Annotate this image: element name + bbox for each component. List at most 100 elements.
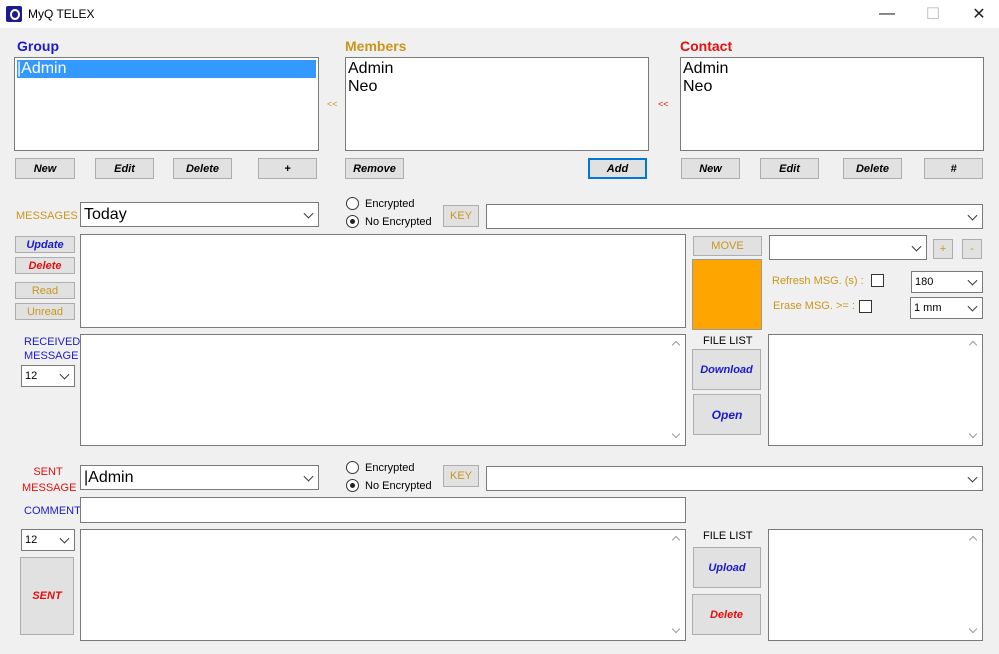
messages-no-encrypted-radio[interactable] (346, 215, 359, 228)
erase-checkbox[interactable] (859, 300, 872, 313)
messages-filter-select[interactable]: Today (80, 202, 319, 227)
status-indicator (692, 259, 762, 330)
refresh-interval-value: 180 (915, 276, 934, 288)
erase-label: Erase MSG. >= : (773, 300, 855, 312)
minimize-button[interactable]: — (864, 0, 910, 28)
messages-no-encrypted-label: No Encrypted (365, 216, 432, 228)
received-label: RECEIVED MESSAGE (24, 336, 80, 362)
read-button[interactable]: Read (15, 282, 75, 299)
sent-file-list-label: FILE LIST (703, 530, 753, 542)
received-message-area[interactable] (80, 334, 686, 446)
members-list-item[interactable]: Neo (348, 78, 646, 96)
contact-new-button[interactable]: New (681, 158, 740, 179)
sent-key-button[interactable]: KEY (443, 465, 479, 487)
upload-button[interactable]: Upload (693, 547, 761, 588)
app-icon (6, 6, 22, 22)
messages-key-button[interactable]: KEY (443, 205, 479, 227)
sent-label-line1: SENT (33, 466, 63, 478)
received-label-line2: MESSAGE (24, 350, 79, 362)
messages-key-select[interactable] (486, 204, 983, 229)
chevron-down-icon (967, 275, 978, 286)
comment-input[interactable] (80, 497, 686, 523)
messages-encrypted-radio[interactable] (346, 197, 359, 210)
group-list-item[interactable]: |Admin (17, 60, 316, 78)
messages-filter-value: Today (84, 205, 127, 223)
chevron-down-icon (911, 241, 922, 252)
members-list-item[interactable]: Admin (348, 60, 646, 78)
contact-list-item[interactable]: Admin (683, 60, 981, 78)
update-button[interactable]: Update (15, 236, 75, 253)
comment-label: COMMENT (24, 505, 81, 517)
scroll-up-icon[interactable] (968, 340, 978, 350)
send-button[interactable]: SENT (20, 557, 74, 635)
received-file-list[interactable] (768, 334, 983, 446)
refresh-label: Refresh MSG. (s) : (772, 275, 864, 287)
contact-edit-button[interactable]: Edit (760, 158, 819, 179)
add-folder-button[interactable]: + (933, 239, 953, 259)
scroll-up-icon[interactable] (968, 535, 978, 545)
chevron-down-icon (967, 301, 978, 312)
download-button[interactable]: Download (692, 349, 761, 390)
contact-delete-button[interactable]: Delete (843, 158, 902, 179)
contact-list-item[interactable]: Neo (683, 78, 981, 96)
recipient-value: |Admin (84, 468, 134, 486)
sent-encrypted-label: Encrypted (365, 462, 415, 474)
group-delete-button[interactable]: Delete (173, 158, 232, 179)
contact-heading: Contact (680, 38, 733, 54)
refresh-checkbox[interactable] (871, 274, 884, 287)
sent-font-size-select[interactable]: 12 (21, 529, 75, 551)
title-bar (0, 0, 999, 28)
chevron-down-icon (967, 472, 978, 483)
erase-age-value: 1 mm (914, 302, 942, 314)
group-heading: Group (17, 38, 59, 54)
add-to-group-arrow[interactable]: << (327, 99, 338, 109)
window-title: MyQ TELEX (28, 7, 95, 21)
chevron-down-icon (967, 210, 978, 221)
sent-label-line2: MESSAGE (22, 482, 77, 494)
move-target-select[interactable] (769, 235, 927, 260)
members-remove-button[interactable]: Remove (345, 158, 404, 179)
close-button[interactable]: ✕ (956, 0, 999, 28)
contact-list[interactable]: Admin Neo (680, 57, 984, 151)
scroll-down-icon[interactable] (671, 429, 681, 439)
contact-hash-button[interactable]: # (924, 158, 983, 179)
scroll-down-icon[interactable] (671, 624, 681, 634)
recipient-select[interactable]: |Admin (80, 465, 319, 490)
sent-file-list[interactable] (768, 529, 983, 641)
remove-folder-button[interactable]: - (962, 239, 982, 259)
scroll-down-icon[interactable] (968, 624, 978, 634)
maximize-button[interactable]: ☐ (910, 0, 956, 28)
refresh-interval-select[interactable]: 180 (911, 271, 983, 293)
scroll-down-icon[interactable] (968, 429, 978, 439)
sent-no-encrypted-label: No Encrypted (365, 480, 432, 492)
received-font-size-value: 12 (25, 370, 38, 382)
scroll-up-icon[interactable] (671, 535, 681, 545)
move-button[interactable]: MOVE (693, 236, 762, 256)
sent-encrypted-radio[interactable] (346, 461, 359, 474)
sent-no-encrypted-radio[interactable] (346, 479, 359, 492)
delete-attachment-button[interactable]: Delete (692, 594, 761, 635)
open-button[interactable]: Open (693, 394, 761, 435)
erase-age-select[interactable]: 1 mm (910, 297, 983, 319)
group-list[interactable]: |Admin (14, 57, 319, 151)
messages-encrypted-label: Encrypted (365, 198, 415, 210)
group-new-button[interactable]: New (15, 158, 75, 179)
delete-message-button[interactable]: Delete (15, 257, 75, 274)
members-add-button[interactable]: Add (588, 158, 647, 179)
members-heading: Members (345, 38, 407, 54)
sent-font-size-value: 12 (25, 534, 38, 546)
chevron-down-icon (59, 533, 70, 544)
group-plus-button[interactable]: + (258, 158, 317, 179)
members-list[interactable]: Admin Neo (345, 57, 649, 151)
unread-button[interactable]: Unread (15, 303, 75, 320)
compose-message-area[interactable] (80, 529, 686, 641)
group-edit-button[interactable]: Edit (95, 158, 154, 179)
chevron-down-icon (303, 208, 314, 219)
chevron-down-icon (59, 369, 70, 380)
sent-key-select[interactable] (486, 466, 983, 491)
chevron-down-icon (303, 471, 314, 482)
add-to-members-arrow[interactable]: << (658, 99, 669, 109)
messages-list[interactable] (80, 234, 686, 328)
scroll-up-icon[interactable] (671, 340, 681, 350)
received-font-size-select[interactable]: 12 (21, 365, 75, 387)
